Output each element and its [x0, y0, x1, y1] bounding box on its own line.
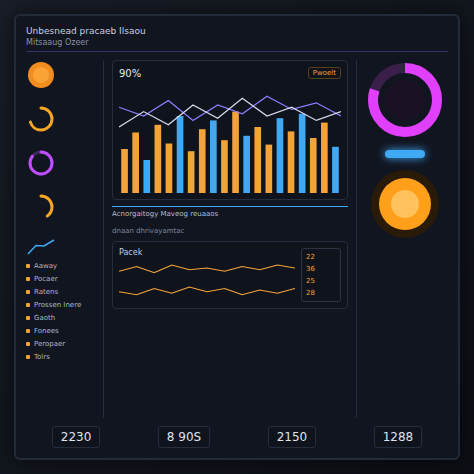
chart-bar [254, 127, 261, 193]
sidebar-item[interactable]: Ratens [26, 288, 99, 296]
panel-content: Pacek [119, 248, 295, 302]
chart-bar [121, 149, 128, 193]
chart-bar [299, 114, 306, 193]
sidebar-item[interactable]: Aaway [26, 262, 99, 270]
chart-bar [210, 120, 217, 193]
chart-bar [332, 147, 339, 193]
sparkline [119, 263, 295, 279]
chart-bar [266, 145, 273, 193]
sidebar-item[interactable]: Pocaer [26, 275, 99, 283]
footer-stat: 2230 [52, 426, 101, 448]
chart-bar [143, 160, 150, 193]
value-item: 36 [306, 265, 336, 273]
chart-caption: Acnorgaitogy Maveog reuaaos [112, 206, 348, 218]
footer-stat: 1288 [374, 426, 423, 448]
chart-bar [132, 133, 139, 194]
detail-panel: Pacek 22 36 25 28 [112, 241, 348, 309]
sidebar-item[interactable]: Fonees [26, 327, 99, 335]
spark-icon [26, 236, 56, 256]
chart-subcaption: dnaan dhrivayamtac [112, 224, 348, 235]
status-pill [385, 150, 425, 158]
chart-bar [155, 125, 162, 193]
chart-bar [232, 112, 239, 193]
chart-bar [199, 129, 206, 193]
chart-card: 90% Pwoelt [112, 60, 348, 200]
header-title: Unbesnead pracaeb Ilsaou [26, 26, 448, 36]
chart-badge[interactable]: Pwoelt [308, 67, 341, 79]
footer-stats: 2230 8 90S 2150 1288 [26, 426, 448, 448]
orb-gauge-icon [369, 168, 441, 240]
sidebar-item[interactable]: Peropaer [26, 340, 99, 348]
value-item: 22 [306, 253, 336, 261]
chart-bar [310, 138, 317, 193]
gauge-column [356, 60, 448, 418]
ring-icon [26, 148, 56, 178]
bar-line-chart [119, 83, 341, 193]
value-list: 22 36 25 28 [301, 248, 341, 302]
chart-bar [177, 116, 184, 193]
chart-bar [243, 136, 250, 193]
chart-bar [221, 140, 228, 193]
footer-stat: 8 90S [158, 426, 210, 448]
chart-bar [277, 118, 284, 193]
dashboard-screen: Unbesnead pracaeb Ilsaou Mitsaaug Ozeer Aa… [14, 14, 460, 460]
sidebar-item[interactable]: Prossen Inere [26, 301, 99, 309]
sidebar-item[interactable]: Tolrs [26, 353, 99, 361]
chart-header: 90% Pwoelt [119, 67, 341, 79]
chart-bar [166, 144, 173, 194]
arc-icon [26, 192, 56, 222]
sparkline [119, 285, 295, 301]
panel-title: Pacek [119, 248, 295, 257]
dashboard-body: Aaway Pocaer Ratens Prossen Inere Gaoth Fonee… [26, 60, 448, 418]
header: Unbesnead pracaeb Ilsaou Mitsaaug Ozeer [26, 26, 448, 52]
chart-bar [288, 131, 295, 193]
disc-icon [26, 60, 56, 90]
sidebar-widgets [26, 60, 99, 256]
arc-icon [26, 104, 56, 134]
ring-gauge-icon [365, 60, 445, 140]
header-subtitle: Mitsaaug Ozeer [26, 38, 448, 47]
sidebar-labels: Aaway Pocaer Ratens Prossen Inere Gaoth Fonee… [26, 262, 99, 361]
sidebar: Aaway Pocaer Ratens Prossen Inere Gaoth Fonee… [26, 60, 104, 418]
chart-bar [188, 151, 195, 193]
chart-line [119, 98, 341, 127]
chart-title: 90% [119, 68, 141, 79]
value-item: 25 [306, 277, 336, 285]
footer-stat: 2150 [268, 426, 317, 448]
sidebar-item[interactable]: Gaoth [26, 314, 99, 322]
value-item: 28 [306, 289, 336, 297]
chart-bar [321, 123, 328, 193]
page: Unbesnead pracaeb Ilsaou Mitsaaug Ozeer Aa… [0, 0, 474, 474]
main-area: 90% Pwoelt Acnorgaitogy Maveog reuaaos dnaa… [112, 60, 348, 418]
